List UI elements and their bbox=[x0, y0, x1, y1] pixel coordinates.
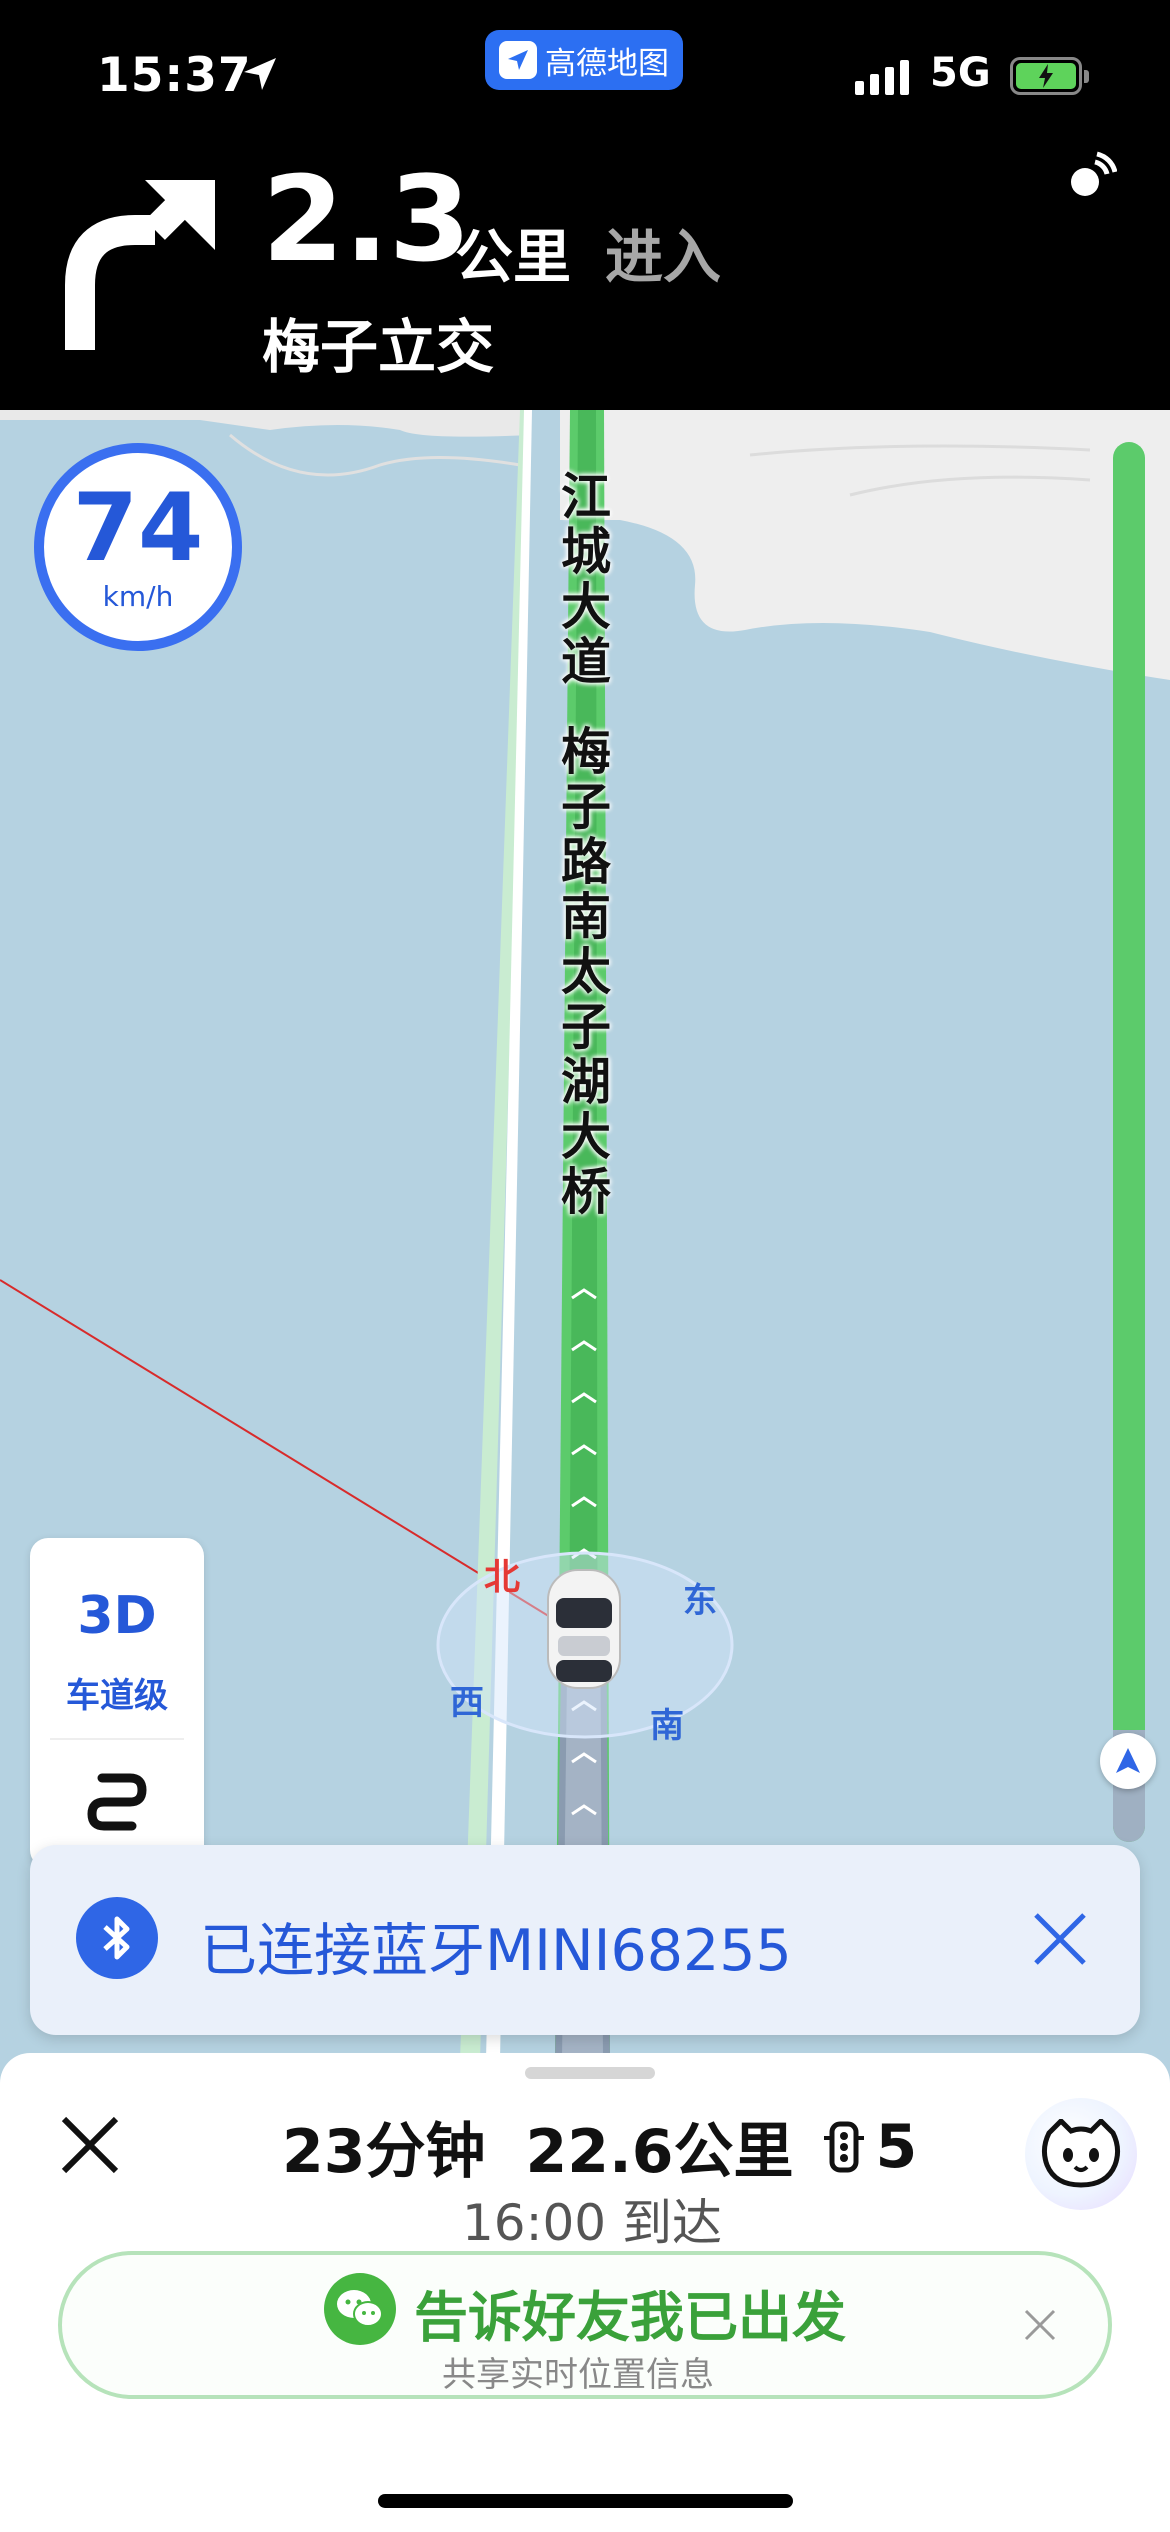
road-label-char: 南 bbox=[561, 888, 611, 946]
bluetooth-toast: 已连接蓝牙MINI68255 bbox=[30, 1845, 1140, 2035]
home-indicator[interactable] bbox=[378, 2494, 793, 2508]
road-label-char: 湖 bbox=[561, 1053, 611, 1111]
road-label-char: 城 bbox=[561, 523, 611, 581]
turn-right-arrow-icon bbox=[65, 180, 215, 350]
wechat-icon bbox=[324, 2273, 396, 2345]
status-time: 15:37 bbox=[97, 48, 252, 103]
road-label-char: 子 bbox=[561, 778, 611, 836]
turn-distance-unit: 公里 bbox=[455, 223, 572, 291]
vehicle-icon bbox=[547, 1569, 621, 1689]
cat-mascot-icon bbox=[1041, 2119, 1121, 2188]
road-label-char: 桥 bbox=[561, 1163, 611, 1221]
traffic-light-icon bbox=[823, 2121, 864, 2172]
app-badge-label: 高德地图 bbox=[545, 45, 669, 82]
turn-distance-value: 2.3 bbox=[262, 150, 472, 288]
compass-west: 西 bbox=[450, 1683, 484, 1723]
next-road-name: 梅子立交 bbox=[262, 313, 495, 381]
network-type: 5G bbox=[930, 50, 991, 96]
view-3d-button[interactable]: 3D bbox=[30, 1586, 204, 1646]
exit-navigation-icon[interactable] bbox=[58, 2113, 122, 2177]
battery-charging-icon bbox=[1010, 57, 1089, 95]
share-trip-button[interactable]: 告诉好友我已出发 共享实时位置信息 bbox=[58, 2251, 1112, 2399]
bluetooth-status-text: 已连接蓝牙MINI68255 bbox=[200, 1918, 792, 1984]
voice-assistant-button[interactable] bbox=[1025, 2098, 1137, 2210]
road-label: 江 城 大 道 梅 子 路 南 太 子 湖 大 桥 bbox=[556, 470, 616, 1220]
sheet-grabber[interactable] bbox=[525, 2067, 655, 2079]
compass-south: 南 bbox=[650, 1706, 684, 1746]
compass-north: 北 bbox=[484, 1557, 521, 1598]
cellular-signal-icon bbox=[855, 60, 909, 95]
arrival-time: 16:00 到达 bbox=[462, 2194, 722, 2252]
amap-logo-icon bbox=[499, 41, 537, 79]
road-label-char: 江 bbox=[561, 468, 611, 526]
distance-remaining: 22.6公里 bbox=[525, 2117, 794, 2187]
route-overview-icon[interactable] bbox=[82, 1766, 152, 1836]
road-label-char: 大 bbox=[561, 1108, 611, 1166]
road-label-char: 大 bbox=[561, 578, 611, 636]
gps-signal-icon[interactable] bbox=[1065, 150, 1117, 202]
road-label-char: 道 bbox=[561, 633, 611, 691]
current-speed-indicator: 74 km/h bbox=[34, 443, 242, 651]
bluetooth-icon bbox=[76, 1897, 158, 1979]
view-mode-panel: 3D 车道级 bbox=[30, 1538, 204, 1868]
road-label-char: 路 bbox=[561, 833, 611, 891]
guidance-panel: 15:37 高德地图 5G 2.3 公里 进入 梅子立交 bbox=[0, 0, 1170, 410]
route-progress-bar bbox=[1113, 442, 1145, 1842]
road-label-char: 太 bbox=[561, 943, 611, 1001]
turn-action: 进入 bbox=[605, 223, 722, 291]
route-progress-marker-icon bbox=[1100, 1733, 1156, 1789]
speed-value: 74 bbox=[72, 473, 204, 583]
trip-summary-sheet: 23分钟 22.6公里 5 16:00 到达 告诉好友我已出发 共享实时位置信息 bbox=[0, 2053, 1170, 2532]
share-title: 告诉好友我已出发 bbox=[414, 2286, 846, 2349]
app-return-badge[interactable]: 高德地图 bbox=[485, 30, 683, 90]
road-label-char: 子 bbox=[561, 998, 611, 1056]
share-subtitle: 共享实时位置信息 bbox=[442, 2355, 714, 2395]
location-arrow-icon bbox=[244, 58, 276, 90]
time-remaining: 23分钟 bbox=[282, 2117, 486, 2187]
lane-level-button[interactable]: 车道级 bbox=[30, 1668, 204, 1717]
share-close-icon[interactable] bbox=[1022, 2307, 1058, 2343]
trip-stats: 23分钟 22.6公里 5 bbox=[282, 2103, 917, 2190]
traffic-light-count: 5 bbox=[875, 2111, 918, 2182]
speed-unit: km/h bbox=[102, 579, 174, 613]
toast-close-icon[interactable] bbox=[1028, 1907, 1092, 1971]
divider bbox=[50, 1738, 184, 1740]
compass-east: 东 bbox=[683, 1581, 717, 1621]
road-label-char: 梅 bbox=[561, 723, 611, 781]
navigation-screen: 15:37 高德地图 5G 2.3 公里 进入 梅子立交 74 km/h 江 城… bbox=[0, 0, 1170, 2532]
